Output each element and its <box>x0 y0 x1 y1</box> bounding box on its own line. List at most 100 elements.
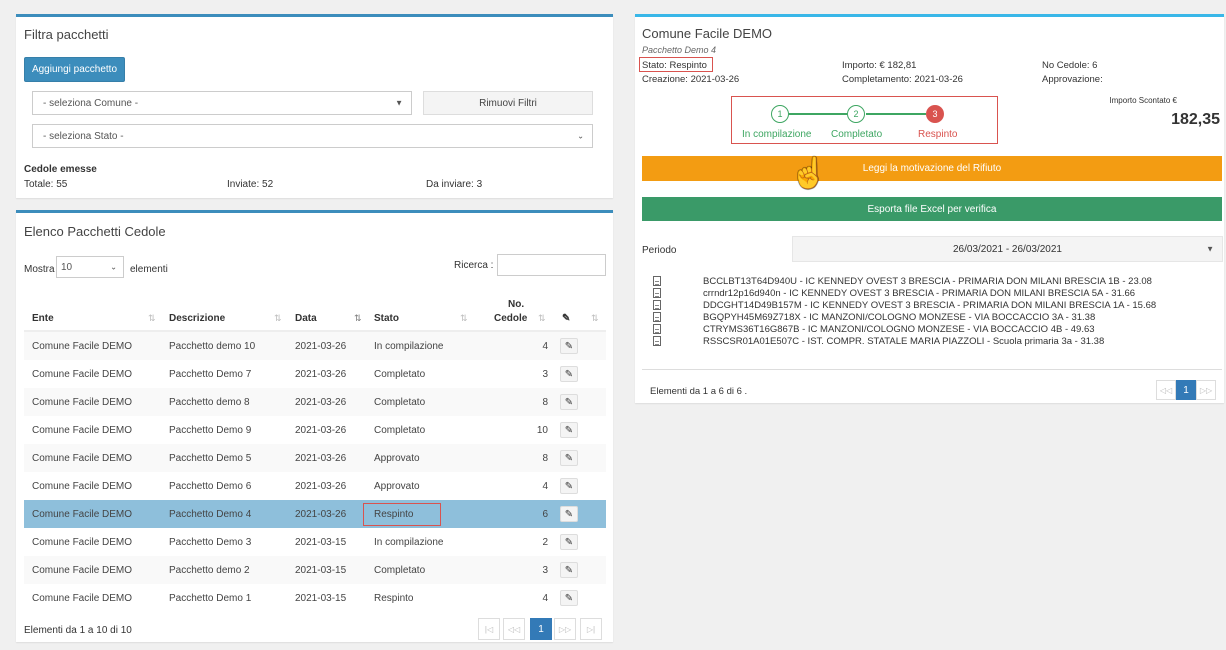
comune-select-value: - seleziona Comune - <box>43 97 139 109</box>
cell-cedole: 4 <box>542 480 548 492</box>
cell-ente: Comune Facile DEMO <box>32 452 133 464</box>
list-footer: Elementi da 1 a 10 di 10 <box>24 625 132 636</box>
next-page-button[interactable]: ▷▷ <box>1196 380 1216 400</box>
step-3-circle: 3 <box>926 105 944 123</box>
document-icon <box>653 312 661 322</box>
cell-stato: Completato <box>374 424 426 436</box>
highlight-box <box>639 57 713 72</box>
edit-button[interactable]: ✎ <box>560 338 578 354</box>
remove-filters-button[interactable]: Rimuovi Filtri <box>423 91 593 115</box>
step-3-label: Respinto <box>918 129 958 140</box>
highlight-box <box>363 503 441 526</box>
col-cedole[interactable]: Cedole <box>494 313 527 324</box>
col-no[interactable]: No. <box>508 299 524 310</box>
document-link[interactable]: DDCGHT14D49B157M - IC KENNEDY OVEST 3 BR… <box>703 300 1156 311</box>
document-icon <box>653 336 661 346</box>
table-row-selected[interactable]: Comune Facile DEMO Pacchetto Demo 4 2021… <box>24 500 606 528</box>
prev-page-button[interactable]: ◁◁ <box>1156 380 1176 400</box>
sort-icon[interactable]: ⇅ <box>538 313 546 324</box>
prev-page-button[interactable]: ◁◁ <box>503 618 525 640</box>
col-ente[interactable]: Ente <box>32 313 54 324</box>
document-link[interactable]: BCCLBT13T64D940U - IC KENNEDY OVEST 3 BR… <box>703 276 1152 287</box>
edit-button[interactable]: ✎ <box>560 478 578 494</box>
edit-button[interactable]: ✎ <box>560 506 578 522</box>
table-row[interactable]: Comune Facile DEMO Pacchetto demo 10 202… <box>24 332 606 360</box>
hand-pointer-icon: ☝ <box>790 157 828 190</box>
col-data[interactable]: Data <box>295 313 317 324</box>
step-1-label: In compilazione <box>742 129 812 140</box>
table-row[interactable]: Comune Facile DEMO Pacchetto Demo 7 2021… <box>24 360 606 388</box>
sort-icon[interactable]: ⇅ <box>274 313 282 324</box>
add-package-button[interactable]: Aggiungi pacchetto <box>24 57 125 82</box>
stato-select[interactable]: - seleziona Stato - ⌄ <box>32 124 593 148</box>
caret-down-icon: ▼ <box>395 98 403 108</box>
cell-data: 2021-03-26 <box>295 480 347 492</box>
cell-cedole: 8 <box>542 396 548 408</box>
chevron-down-icon: ⌄ <box>577 131 584 141</box>
document-link[interactable]: crrndr12p16d940n - IC KENNEDY OVEST 3 BR… <box>703 288 1135 299</box>
edit-button[interactable]: ✎ <box>560 534 578 550</box>
edit-button[interactable]: ✎ <box>560 450 578 466</box>
da-inviare-count: Da inviare: 3 <box>426 179 483 190</box>
table-row[interactable]: Comune Facile DEMO Pacchetto Demo 1 2021… <box>24 584 606 612</box>
cell-data: 2021-03-26 <box>295 508 347 520</box>
col-stato[interactable]: Stato <box>374 313 399 324</box>
show-label: Mostra <box>24 264 55 275</box>
last-page-button[interactable]: ▷| <box>580 618 602 640</box>
page-1-button[interactable]: 1 <box>530 618 552 640</box>
table-row[interactable]: Comune Facile DEMO Pacchetto Demo 6 2021… <box>24 472 606 500</box>
step-connector-1 <box>789 113 847 115</box>
cell-ente: Comune Facile DEMO <box>32 340 133 352</box>
sort-desc-icon[interactable]: ⇅ <box>354 313 362 324</box>
detail-creazione: Creazione: 2021-03-26 <box>642 74 740 85</box>
stato-select-value: - seleziona Stato - <box>43 130 124 142</box>
document-link[interactable]: RSSCSR01A01E507C - IST. COMPR. STATALE M… <box>703 336 1104 347</box>
cell-cedole: 4 <box>542 340 548 352</box>
next-page-button[interactable]: ▷▷ <box>554 618 576 640</box>
importo-scontato-label: Importo Scontato € <box>1109 96 1177 105</box>
periodo-label: Periodo <box>642 245 677 256</box>
cell-descrizione: Pacchetto Demo 4 <box>169 508 252 520</box>
search-label: Ricerca : <box>454 260 494 271</box>
edit-button[interactable]: ✎ <box>560 422 578 438</box>
cell-data: 2021-03-26 <box>295 340 347 352</box>
export-excel-button[interactable]: Esporta file Excel per verifica <box>642 197 1222 221</box>
table-row[interactable]: Comune Facile DEMO Pacchetto demo 2 2021… <box>24 556 606 584</box>
motivazione-button[interactable]: Leggi la motivazione del Rifiuto <box>642 156 1222 181</box>
page-1-button[interactable]: 1 <box>1176 380 1196 400</box>
table-row[interactable]: Comune Facile DEMO Pacchetto Demo 5 2021… <box>24 444 606 472</box>
edit-button[interactable]: ✎ <box>560 562 578 578</box>
table-row[interactable]: Comune Facile DEMO Pacchetto Demo 3 2021… <box>24 528 606 556</box>
first-page-button[interactable]: |◁ <box>478 618 500 640</box>
edit-button[interactable]: ✎ <box>560 394 578 410</box>
cell-ente: Comune Facile DEMO <box>32 396 133 408</box>
edit-button[interactable]: ✎ <box>560 366 578 382</box>
sort-icon[interactable]: ⇅ <box>148 313 156 324</box>
search-input[interactable] <box>497 254 606 276</box>
document-link[interactable]: CTRYMS36T16G867B - IC MANZONI/COLOGNO MO… <box>703 324 1095 335</box>
table-row[interactable]: Comune Facile DEMO Pacchetto Demo 9 2021… <box>24 416 606 444</box>
cell-data: 2021-03-15 <box>295 564 347 576</box>
page-size-select[interactable]: 10 ⌄ <box>56 256 124 278</box>
step-2-circle: 2 <box>847 105 865 123</box>
cell-ente: Comune Facile DEMO <box>32 424 133 436</box>
cell-cedole: 2 <box>542 536 548 548</box>
comune-select[interactable]: - seleziona Comune - ▼ <box>32 91 412 115</box>
periodo-select[interactable]: 26/03/2021 - 26/03/2021 ▼ <box>792 236 1223 262</box>
sort-icon[interactable]: ⇅ <box>460 313 468 324</box>
cell-stato: Approvato <box>374 452 420 464</box>
edit-button[interactable]: ✎ <box>560 590 578 606</box>
cell-ente: Comune Facile DEMO <box>32 592 133 604</box>
cell-descrizione: Pacchetto Demo 7 <box>169 368 252 380</box>
sort-icon[interactable]: ⇅ <box>591 313 599 324</box>
table-row[interactable]: Comune Facile DEMO Pacchetto demo 8 2021… <box>24 388 606 416</box>
document-link[interactable]: BGQPYH45M69Z718X - IC MANZONI/COLOGNO MO… <box>703 312 1095 323</box>
cell-descrizione: Pacchetto demo 10 <box>169 340 256 352</box>
caret-down-icon: ▼ <box>1206 244 1214 254</box>
cell-descrizione: Pacchetto Demo 3 <box>169 536 252 548</box>
cell-data: 2021-03-26 <box>295 396 347 408</box>
document-icon <box>653 276 661 286</box>
periodo-value: 26/03/2021 - 26/03/2021 <box>953 243 1062 255</box>
cell-ente: Comune Facile DEMO <box>32 368 133 380</box>
col-descrizione[interactable]: Descrizione <box>169 313 225 324</box>
